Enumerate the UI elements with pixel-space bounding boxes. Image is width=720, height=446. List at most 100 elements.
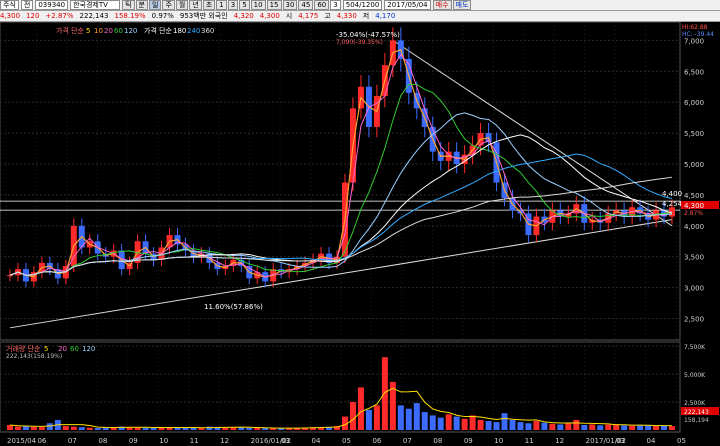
volume-bar — [134, 427, 141, 430]
volume-value: 222,143 — [79, 12, 109, 20]
time-tick-label: 11 — [190, 437, 199, 445]
volume-bar — [621, 425, 628, 430]
volume-bar — [381, 357, 388, 430]
period-tab-day[interactable]: 일 — [148, 0, 162, 10]
volume-bar — [270, 428, 277, 430]
volume-bar — [94, 427, 101, 430]
interval-15[interactable]: 15 — [266, 0, 282, 10]
time-tick-label: 12 — [555, 437, 564, 445]
high-price: 4,330 — [336, 12, 357, 20]
count-input[interactable]: 504/1200 — [342, 0, 383, 10]
volume-bar — [589, 424, 596, 430]
volume-bar — [557, 424, 564, 430]
period-tab-year[interactable]: 년 — [189, 0, 202, 10]
period-tab-month[interactable]: 월 — [175, 0, 189, 10]
code-input[interactable]: 039340 — [35, 0, 69, 10]
price-tick-label: 7,000 — [684, 37, 704, 45]
volume-ratio: 158.19% — [114, 12, 146, 20]
volume-bar — [469, 415, 476, 430]
interval-3[interactable]: 3 — [227, 0, 239, 10]
period-tab-second[interactable]: 초 — [202, 0, 216, 10]
volume-bar — [485, 421, 492, 430]
time-tick-label: 07 — [403, 437, 412, 445]
price-tick-label: 6,500 — [684, 68, 704, 76]
time-tick-label: 09 — [129, 437, 138, 445]
volume-bar — [493, 422, 500, 430]
volume-bar — [246, 427, 253, 430]
volume-bar — [254, 427, 261, 430]
volume-bar — [413, 403, 420, 430]
time-tick-label: 08 — [98, 437, 107, 445]
price-legend-title: 가격 단순 — [56, 26, 85, 35]
prev-price: 4,320 — [233, 12, 254, 20]
interval-45[interactable]: 45 — [298, 0, 314, 10]
volume-tick-label: 2,500K — [684, 400, 706, 407]
interval-30[interactable]: 30 — [282, 0, 298, 10]
volume-bar — [645, 425, 652, 430]
lo-axis-label: HC: -39.44 — [682, 31, 714, 38]
period-tab-week[interactable]: 주 — [162, 0, 175, 10]
volume-bar — [373, 405, 380, 430]
time-tick-label: 10 — [494, 437, 503, 445]
volume-bar — [14, 426, 21, 430]
volume-bar — [669, 426, 675, 430]
volume-bar — [421, 412, 428, 430]
stock-name: 한국경제TV — [70, 0, 121, 10]
interval-60[interactable]: 60 — [314, 0, 330, 10]
period-tab-tick[interactable]: 틱 — [122, 0, 135, 10]
buy-button[interactable]: 매수 — [432, 0, 452, 10]
high-label: 고 — [324, 12, 331, 20]
volume-bar — [533, 421, 540, 430]
volume-bar — [501, 413, 508, 430]
price-change: 120 — [26, 12, 40, 20]
volume-legend-title: 거래량 단순 — [6, 344, 41, 353]
candle-body — [7, 275, 13, 277]
sell-button[interactable]: 매도 — [452, 0, 472, 10]
volume-bar — [549, 423, 556, 430]
market-select[interactable]: 주식 — [0, 0, 19, 10]
volume-bar — [78, 427, 85, 430]
volume-bar — [397, 405, 404, 430]
volume-bar — [62, 426, 69, 430]
date-input[interactable]: 2017/05/04 — [384, 0, 431, 10]
volume-bar — [453, 416, 460, 430]
time-tick-label: 08 — [433, 437, 442, 445]
time-tick-label: 10 — [159, 437, 168, 445]
volume-bar — [597, 425, 604, 430]
volume-bar — [565, 423, 572, 430]
price-tick-label: 4,500 — [684, 192, 704, 200]
interval-1[interactable]: 1 — [216, 0, 227, 10]
pct-tag: 2.87% — [684, 210, 703, 217]
price-tick-label: 3,500 — [684, 254, 704, 262]
price-legend-360: 360 — [201, 27, 214, 35]
price-tick-label: 6,000 — [684, 99, 704, 107]
period-tab-minute[interactable]: 분 — [135, 0, 148, 10]
volume-bar — [429, 415, 436, 430]
price-legend-180: 180 — [173, 27, 186, 35]
stock-chart[interactable]: 2,500 3,000 3,500 4,000 4,500 5,000 5,500 6,000… — [0, 22, 720, 446]
volume-bar — [70, 426, 77, 430]
volume-panel — [0, 341, 681, 433]
market-filter[interactable]: 전 — [20, 0, 34, 10]
interval-5[interactable]: 5 — [239, 0, 250, 10]
volume-bar — [22, 426, 29, 430]
time-tick-label: 03 — [616, 437, 625, 445]
time-tick-label: 2015/04 — [7, 437, 37, 445]
price-tick-label: 4,000 — [684, 223, 704, 231]
volume-bar — [581, 424, 588, 430]
price-tick-label: 3,000 — [684, 285, 704, 293]
price-legend-240: 240 — [187, 27, 200, 35]
quote-bar: 4,300 120 +2.87% 222,143 158.19% 0.97% 9… — [0, 11, 720, 22]
turnover-pct: 0.97% — [151, 12, 174, 20]
volume-bar — [238, 427, 245, 430]
volume-bar — [365, 409, 372, 430]
interval-custom-input[interactable]: 3 — [330, 0, 341, 10]
volume-legend-5: 5 — [44, 345, 48, 353]
volume-bar — [262, 428, 269, 430]
interval-10[interactable]: 10 — [250, 0, 266, 10]
time-tick-label: 09 — [464, 437, 473, 445]
price-legend-10: 10 — [94, 27, 103, 35]
volume-bar — [541, 422, 548, 430]
toolbar: 주식 전 039340 한국경제TV 틱 분 일 주 월 년 초 1 3 5 1… — [0, 0, 720, 11]
volume-tick-label: 5,000K — [684, 372, 706, 379]
